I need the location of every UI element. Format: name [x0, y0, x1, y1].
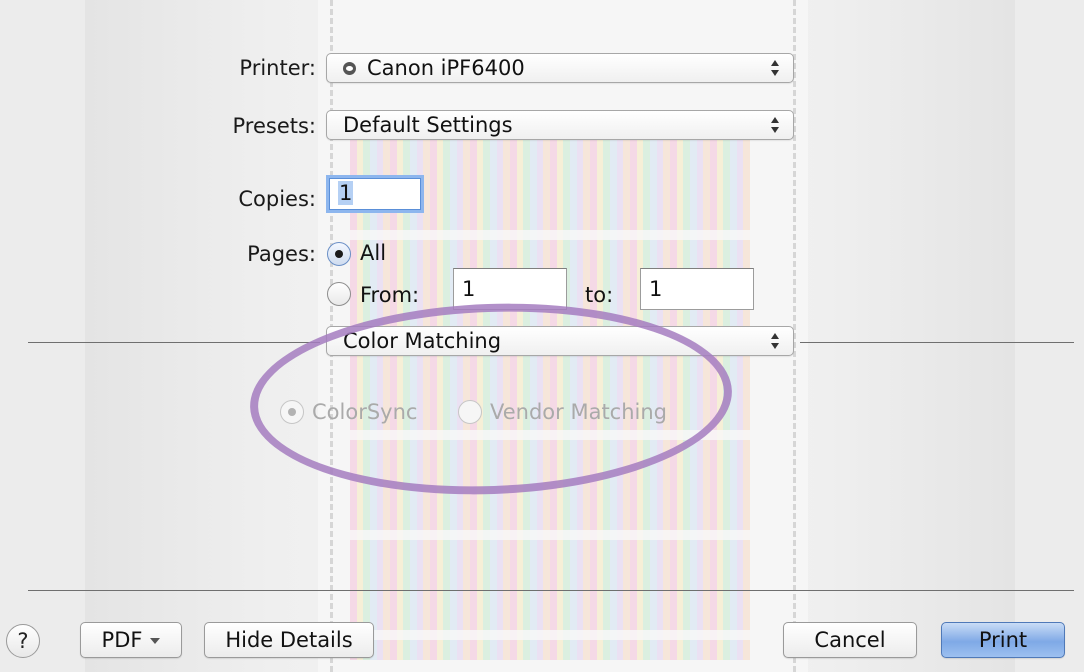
footer-separator — [28, 590, 1074, 591]
pdf-label: PDF — [101, 628, 143, 652]
copies-field[interactable]: 1 — [329, 178, 421, 210]
printer-status-icon — [343, 62, 356, 75]
pages-all-radio[interactable] — [327, 242, 351, 266]
presets-label: Presets: — [232, 114, 317, 138]
pages-to-label: to: — [585, 283, 614, 307]
separator-left — [28, 342, 320, 343]
printer-value: Canon iPF6400 — [367, 56, 525, 80]
pages-label: Pages: — [247, 242, 316, 266]
pages-to-field[interactable]: 1 — [640, 268, 754, 310]
chevron-down-icon — [150, 638, 161, 644]
pages-to-value: 1 — [649, 277, 663, 301]
cancel-button[interactable]: Cancel — [783, 622, 917, 658]
popup-arrows-icon — [771, 60, 779, 76]
printer-popup[interactable]: Canon iPF6400 — [326, 53, 794, 83]
presets-value: Default Settings — [343, 113, 513, 137]
help-icon: ? — [17, 629, 29, 653]
hide-details-label: Hide Details — [225, 628, 353, 652]
hide-details-button[interactable]: Hide Details — [204, 622, 374, 658]
cancel-label: Cancel — [814, 628, 886, 652]
pdf-button[interactable]: PDF — [80, 622, 182, 658]
popup-arrows-icon — [771, 117, 779, 133]
pages-from-label: From: — [360, 283, 420, 307]
pages-all-label: All — [360, 241, 387, 265]
copies-label: Copies: — [238, 187, 316, 211]
help-button[interactable]: ? — [6, 624, 40, 658]
printer-label: Printer: — [239, 56, 316, 80]
popup-arrows-icon — [771, 333, 779, 349]
pages-from-radio[interactable] — [327, 282, 351, 306]
presets-popup[interactable]: Default Settings — [326, 110, 794, 140]
print-button[interactable]: Print — [941, 622, 1065, 658]
separator-right — [800, 342, 1074, 343]
print-label: Print — [978, 628, 1028, 652]
pages-from-value: 1 — [462, 277, 476, 301]
copies-value: 1 — [338, 181, 354, 205]
